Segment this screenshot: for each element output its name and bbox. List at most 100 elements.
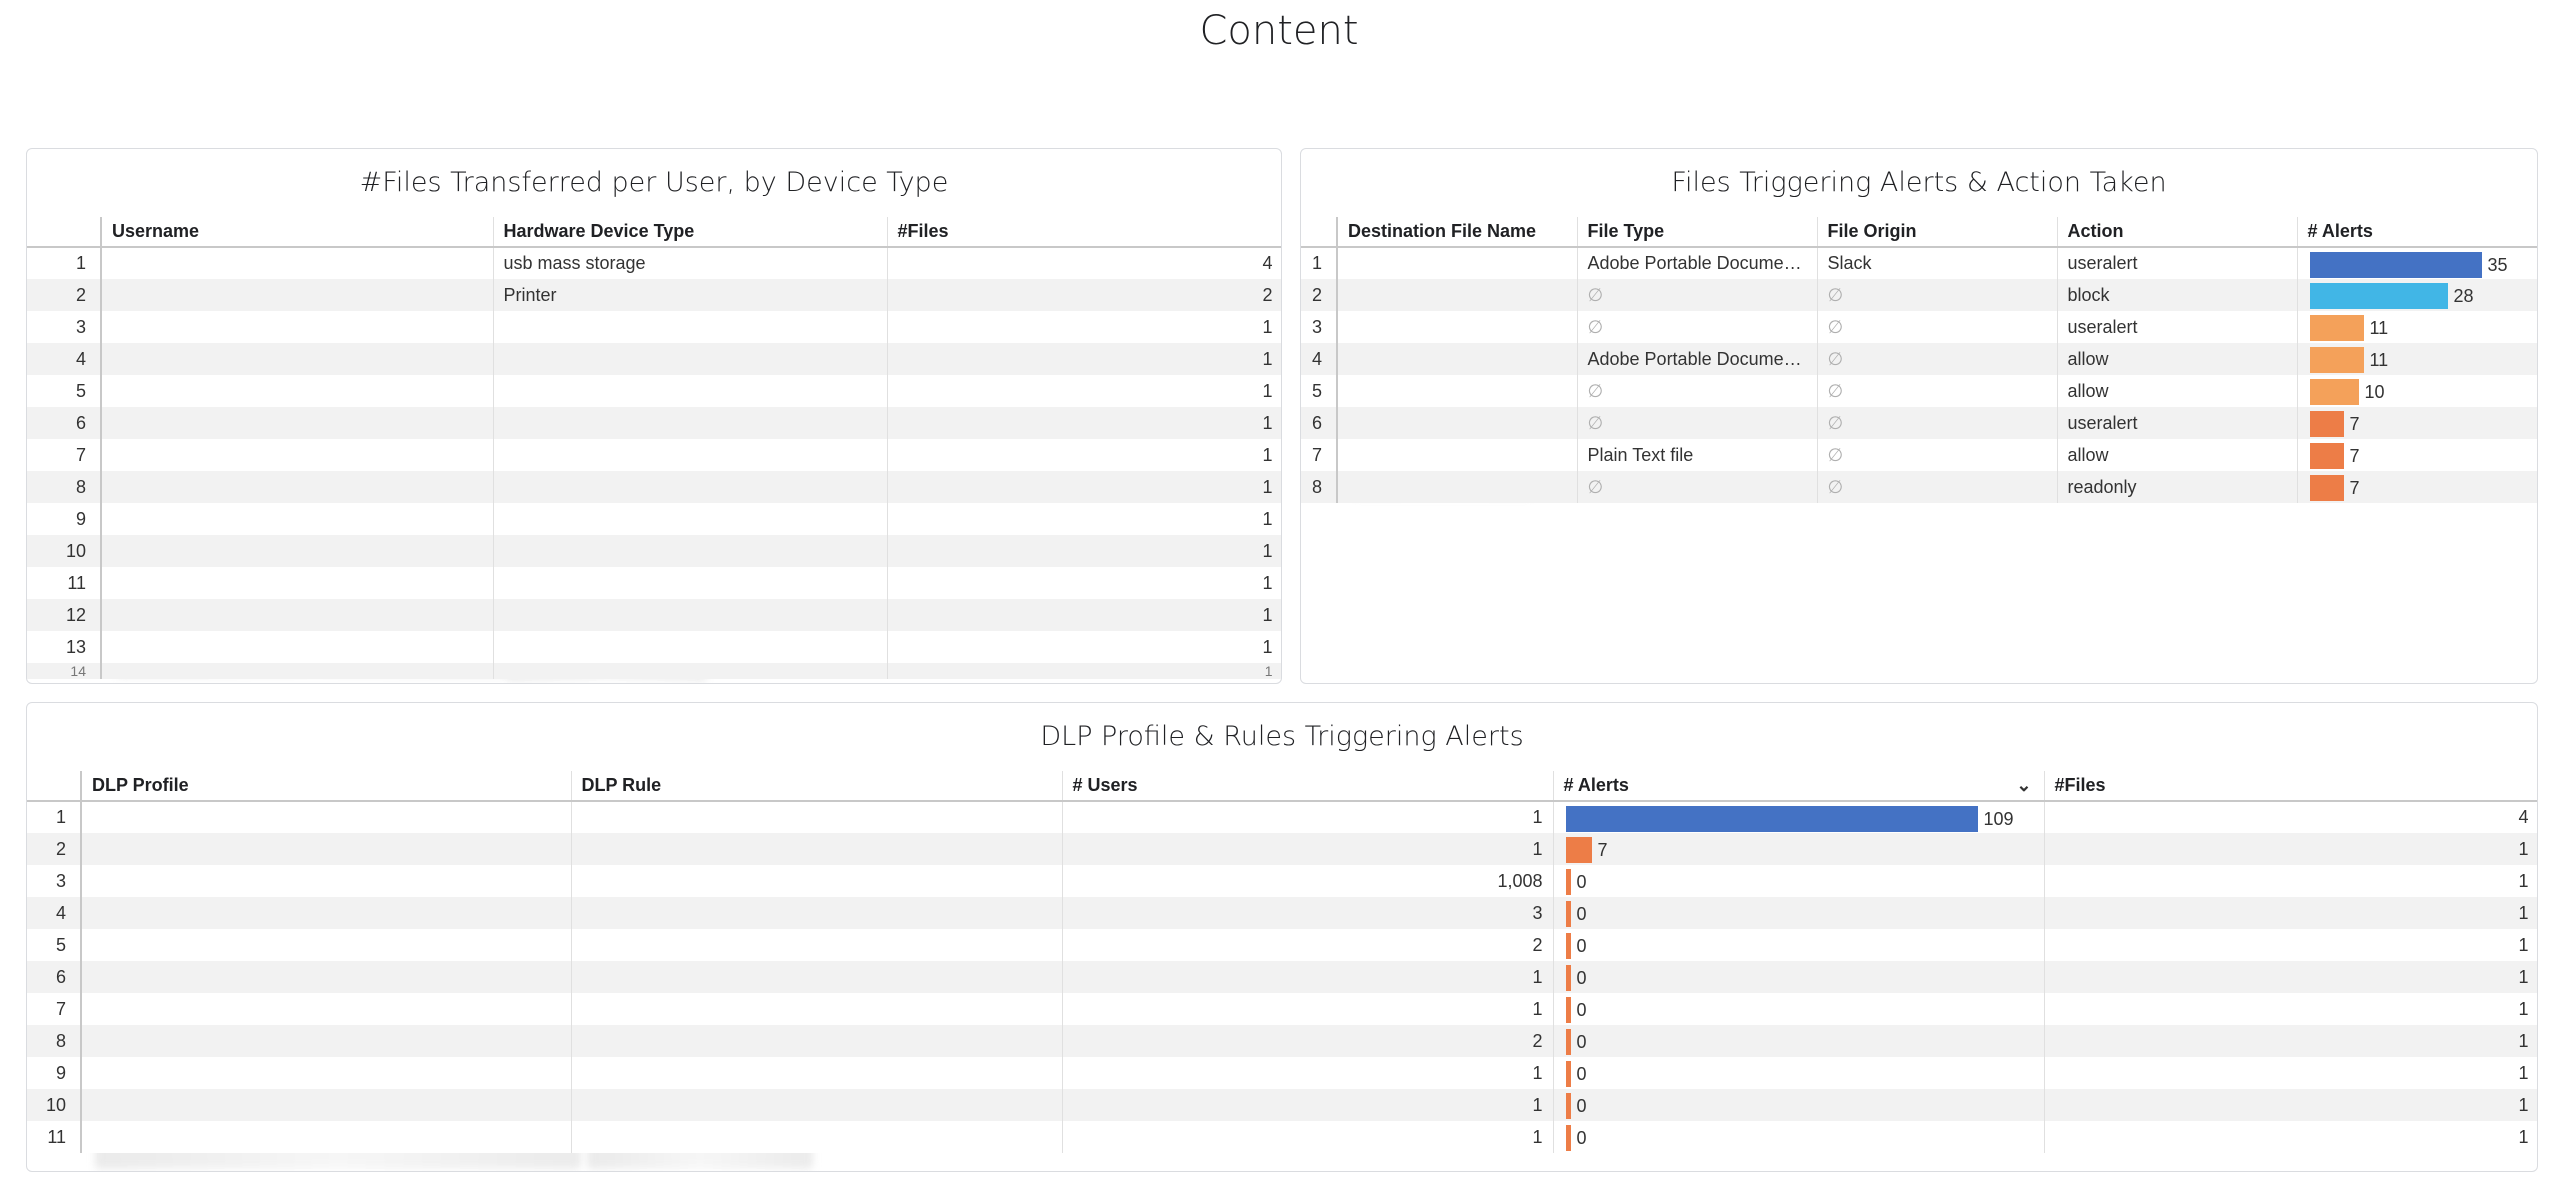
files-cell: 1 (2044, 1121, 2537, 1153)
alerts-bar (2309, 443, 2344, 469)
table-row[interactable]: 5 2 0 1 (27, 929, 2537, 961)
alerts-cell: 7 (2297, 471, 2537, 503)
files-cell: 1 (2044, 1089, 2537, 1121)
alerts-value: 7 (2349, 446, 2360, 466)
alerts-value: 0 (1576, 1032, 1587, 1052)
table-row[interactable]: 61 (27, 407, 1281, 439)
row-index: 3 (27, 865, 82, 897)
files-cell: 1 (887, 407, 1281, 439)
table-row[interactable]: 6 ∅ ∅ useralert 7 (1301, 407, 2537, 439)
device-type-cell (493, 567, 888, 599)
users-column-header[interactable]: # Users (1062, 771, 1554, 802)
table-row[interactable]: 2 1 7 1 (27, 833, 2537, 865)
table-row[interactable]: 14 1 (27, 663, 1281, 679)
table-row[interactable]: 2 ∅ ∅ block 28 (1301, 279, 2537, 311)
alerts-value: 35 (2487, 255, 2508, 275)
action-column-header[interactable]: Action (2057, 217, 2298, 248)
alerts-bar (2309, 475, 2344, 501)
table-row[interactable]: 13 1 (27, 631, 1281, 663)
destination-file-name-column-header[interactable]: Destination File Name (1337, 217, 1578, 248)
alerts-bar (1565, 1029, 1571, 1055)
action-cell: readonly (2057, 471, 2298, 503)
alerts-value: 0 (1576, 872, 1587, 892)
device-type-column-header[interactable]: Hardware Device Type (493, 217, 888, 248)
table-row[interactable]: 51 (27, 375, 1281, 407)
row-index: 4 (1301, 343, 1338, 375)
table-row[interactable]: 5 ∅ ∅ allow 10 (1301, 375, 2537, 407)
table-row[interactable]: 8 ∅ ∅ readonly 7 (1301, 471, 2537, 503)
file-type-column-header[interactable]: File Type (1577, 217, 1818, 248)
table-row[interactable]: 1 1 109 4 (27, 801, 2537, 833)
dlp-rule-cell (571, 833, 1063, 865)
table-row[interactable]: 3 ∅ ∅ useralert 11 (1301, 311, 2537, 343)
alerts-value: 0 (1576, 1128, 1587, 1148)
alerts-bar (2309, 347, 2364, 373)
table-row[interactable]: 7 Plain Text file ∅ allow 7 (1301, 439, 2537, 471)
file-origin-cell: Slack (1817, 247, 2058, 279)
files-cell: 4 (2044, 801, 2537, 833)
row-index: 5 (1301, 375, 1338, 407)
table-row[interactable]: 2 Printer 2 (27, 279, 1281, 311)
table-row[interactable]: 10 1 (27, 535, 1281, 567)
users-cell: 1 (1062, 1057, 1554, 1089)
table-row[interactable]: 1 Adobe Portable Docume… Slack useralert 35 (1301, 247, 2537, 279)
table-row[interactable]: 71 (27, 439, 1281, 471)
table-row[interactable]: 9 1 0 1 (27, 1057, 2537, 1089)
action-cell: block (2057, 279, 2298, 311)
alerts-bar (1565, 901, 1571, 927)
dlp-profile-table: DLP Profile DLP Rule # Users # Alerts ⌄ #… (27, 771, 2537, 1153)
chevron-down-icon[interactable]: ⌄ (2016, 775, 2031, 796)
users-cell: 2 (1062, 929, 1554, 961)
alerts-cell: 0 (1553, 993, 2045, 1025)
files-alerts-table: Destination File Name File Type File Ori… (1301, 217, 2537, 503)
destination-file-name-cell (1337, 279, 1578, 311)
table-row[interactable]: 12 1 (27, 599, 1281, 631)
files-column-header[interactable]: #Files (887, 217, 1281, 248)
table-row[interactable]: 6 1 0 1 (27, 961, 2537, 993)
dlp-rule-column-header[interactable]: DLP Rule (571, 771, 1063, 802)
files-column-header[interactable]: #Files (2044, 771, 2537, 802)
username-column-header[interactable]: Username (101, 217, 494, 248)
files-cell: 1 (887, 471, 1281, 503)
file-origin-cell: ∅ (1817, 439, 2058, 471)
users-cell: 1 (1062, 1121, 1554, 1153)
users-cell: 1 (1062, 833, 1554, 865)
table-row[interactable]: 41 (27, 343, 1281, 375)
device-type-cell (493, 343, 888, 375)
table-row[interactable]: 10 1 0 1 (27, 1089, 2537, 1121)
dlp-profile-cell (81, 993, 572, 1025)
alerts-column-header[interactable]: # Alerts ⌄ (1553, 771, 2045, 802)
alerts-value: 7 (1597, 840, 1608, 860)
table-row[interactable]: 4 3 0 1 (27, 897, 2537, 929)
alerts-value: 0 (1576, 968, 1587, 988)
username-cell (101, 471, 494, 503)
table-row[interactable]: 31 (27, 311, 1281, 343)
device-type-cell (493, 407, 888, 439)
row-index: 11 (27, 567, 102, 599)
users-cell: 1 (1062, 961, 1554, 993)
row-index: 11 (27, 1121, 82, 1153)
table-row[interactable]: 4 Adobe Portable Docume… ∅ allow 11 (1301, 343, 2537, 375)
file-origin-column-header[interactable]: File Origin (1817, 217, 2058, 248)
files-cell: 1 (887, 631, 1281, 663)
table-row[interactable]: 1 usb mass storage 4 (27, 247, 1281, 279)
alerts-bar (1565, 1093, 1571, 1119)
alerts-column-header[interactable]: # Alerts (2297, 217, 2537, 248)
device-type-cell (493, 311, 888, 343)
row-index: 10 (27, 535, 102, 567)
dlp-profile-column-header[interactable]: DLP Profile (81, 771, 572, 802)
alerts-cell: 0 (1553, 897, 2045, 929)
table-row[interactable]: 3 1,008 0 1 (27, 865, 2537, 897)
row-index: 1 (27, 801, 82, 833)
dlp-rule-cell (571, 1121, 1063, 1153)
dlp-profile-cell (81, 1089, 572, 1121)
row-index: 6 (1301, 407, 1338, 439)
table-row[interactable]: 91 (27, 503, 1281, 535)
table-row[interactable]: 8 2 0 1 (27, 1025, 2537, 1057)
table-row[interactable]: 7 1 0 1 (27, 993, 2537, 1025)
table-row[interactable]: 11 1 0 1 (27, 1121, 2537, 1153)
table-row[interactable]: 11 1 (27, 567, 1281, 599)
alerts-cell: 28 (2297, 279, 2537, 311)
users-cell: 1 (1062, 801, 1554, 833)
table-row[interactable]: 81 (27, 471, 1281, 503)
